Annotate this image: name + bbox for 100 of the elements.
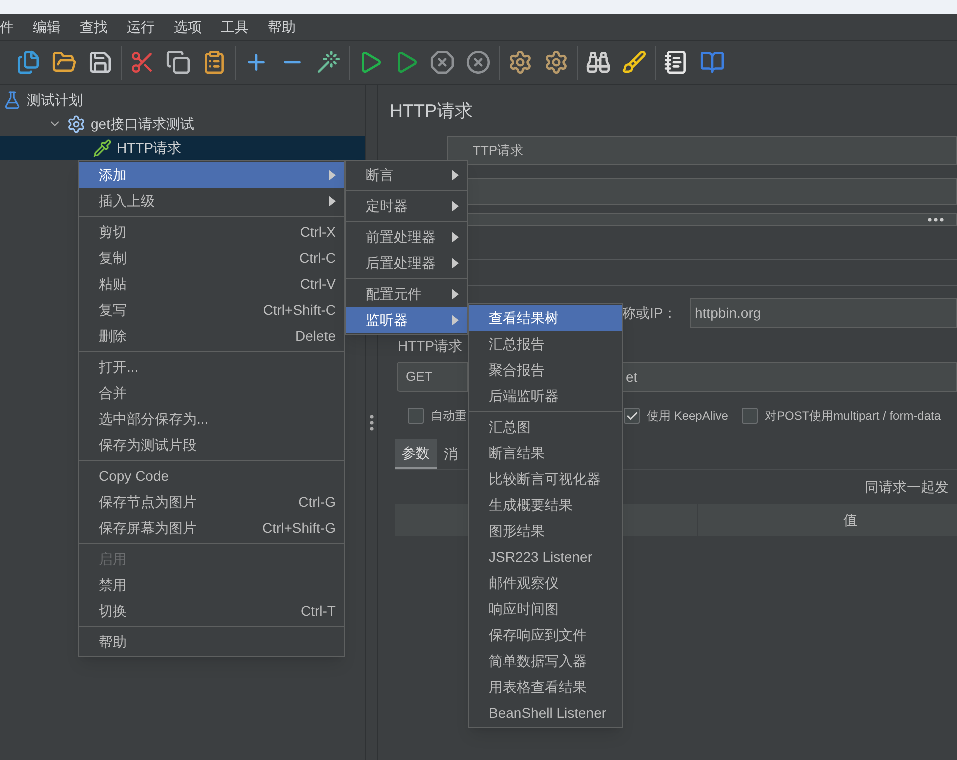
gear-icon[interactable] xyxy=(544,50,569,75)
menu-item[interactable]: 断言结果 xyxy=(469,440,622,466)
menu-bar-item[interactable]: 工具 xyxy=(221,16,249,38)
menu-item[interactable]: 复制 Ctrl-C xyxy=(79,245,344,271)
server-field[interactable]: httpbin.org xyxy=(690,298,957,328)
menu-item[interactable]: 粘贴 Ctrl-V xyxy=(79,271,344,297)
submenu-arrow-icon xyxy=(329,170,336,180)
files-icon[interactable] xyxy=(16,50,41,75)
menu-item[interactable]: 保存屏幕为图片 Ctrl+Shift-G xyxy=(79,515,344,541)
paste-icon[interactable] xyxy=(202,50,227,75)
menu-item[interactable]: 配置元件 xyxy=(346,281,467,307)
menu-item[interactable]: 断言 xyxy=(346,162,467,188)
menu-item[interactable]: BeanShell Listener xyxy=(469,700,622,726)
menu-item[interactable]: 查看结果树 xyxy=(469,305,622,331)
checkbox-label: 自动重 xyxy=(431,408,467,425)
tree-row[interactable]: 测试计划 xyxy=(0,88,365,112)
stop-icon[interactable] xyxy=(430,50,455,75)
pipette-icon xyxy=(93,138,112,158)
menu-item[interactable]: 剪切 Ctrl-X xyxy=(79,219,344,245)
menu-item[interactable]: Copy Code xyxy=(79,463,344,489)
submenu-arrow-icon xyxy=(452,170,459,180)
method-dropdown[interactable]: GET xyxy=(397,362,468,392)
menu-item[interactable]: 图形结果 xyxy=(469,518,622,544)
server-label: 称或IP： xyxy=(622,304,678,322)
checkbox[interactable] xyxy=(624,408,640,424)
checkbox[interactable] xyxy=(408,408,424,424)
menu-item[interactable]: 简单数据写入器 xyxy=(469,648,622,674)
menu-item[interactable]: 生成概要结果 xyxy=(469,492,622,518)
menu-item[interactable]: 响应时间图 xyxy=(469,596,622,622)
menu-item[interactable]: 监听器 xyxy=(346,307,467,333)
book-icon[interactable] xyxy=(700,50,725,75)
notebook-icon[interactable] xyxy=(664,50,689,75)
menu-item[interactable]: 汇总报告 xyxy=(469,331,622,357)
menu-bar-item[interactable]: 选项 xyxy=(174,16,202,38)
submenu-arrow-icon xyxy=(452,232,459,242)
menu-item[interactable]: 打开... xyxy=(79,354,344,380)
menu-item[interactable]: 比较断言可视化器 xyxy=(469,466,622,492)
tree-row[interactable]: HTTP请求 xyxy=(0,136,365,160)
check-icon xyxy=(626,410,638,422)
menu-bar-item[interactable]: 查找 xyxy=(80,16,108,38)
path-field[interactable]: et xyxy=(622,362,957,392)
binoculars-icon[interactable] xyxy=(586,50,611,75)
close-circle-icon[interactable] xyxy=(466,50,491,75)
tab[interactable]: 消 xyxy=(437,439,465,469)
menu-item[interactable]: 后置处理器 xyxy=(346,250,467,276)
group-label: HTTP请求 xyxy=(398,337,463,356)
checkbox-label: 对POST使用multipart / form-data xyxy=(765,408,942,425)
name-field[interactable]: TTP请求 xyxy=(447,136,957,165)
copy-icon[interactable] xyxy=(166,50,191,75)
submenu-arrow-icon xyxy=(452,314,459,326)
menu-item[interactable]: 邮件观察仪 xyxy=(469,570,622,596)
menu-bar-item[interactable]: 编辑 xyxy=(33,16,61,38)
menu-item[interactable]: 复写 Ctrl+Shift-C xyxy=(79,297,344,323)
brush-icon[interactable] xyxy=(622,50,647,75)
menu-item[interactable]: 前置处理器 xyxy=(346,224,467,250)
more-icon[interactable] xyxy=(928,218,944,222)
menu-item[interactable]: 插入上级 xyxy=(79,188,344,214)
shortcut-text: Ctrl-V xyxy=(300,274,336,294)
menu-item[interactable]: 删除 Delete xyxy=(79,323,344,349)
menu-bar-item[interactable]: 帮助 xyxy=(268,16,296,38)
shortcut-text: Ctrl-G xyxy=(298,492,336,512)
split-handle-icon[interactable] xyxy=(370,414,374,430)
tab[interactable]: 参数 xyxy=(395,439,437,469)
cut-icon[interactable] xyxy=(130,50,155,75)
submenu-arrow-icon xyxy=(452,288,459,300)
wand-icon[interactable] xyxy=(316,50,341,75)
tree-row[interactable]: get接口请求测试 xyxy=(0,112,365,136)
menu-item[interactable]: 汇总图 xyxy=(469,414,622,440)
menu-item[interactable]: 保存节点为图片 Ctrl-G xyxy=(79,489,344,515)
menu-item[interactable]: 添加 xyxy=(79,162,344,188)
menu-item[interactable]: 用表格查看结果 xyxy=(469,674,622,700)
table-header: 值 xyxy=(698,504,957,536)
open-folder-icon[interactable] xyxy=(52,50,77,75)
submenu-arrow-icon xyxy=(452,258,459,268)
shortcut-text: Ctrl-C xyxy=(299,248,336,268)
checkbox[interactable] xyxy=(742,408,758,424)
shortcut-text: Ctrl+Shift-G xyxy=(262,518,336,538)
menu-item[interactable]: 禁用 xyxy=(79,572,344,598)
submenu-arrow-icon xyxy=(329,196,336,206)
shortcut-text: Ctrl+Shift-C xyxy=(263,300,336,320)
menu-item[interactable]: 定时器 xyxy=(346,193,467,219)
submenu-arrow-icon xyxy=(452,200,459,212)
menu-item[interactable]: 切换 Ctrl-T xyxy=(79,598,344,624)
menu-item[interactable]: 后端监听器 xyxy=(469,383,622,409)
menu-item[interactable]: 合并 xyxy=(79,380,344,406)
menu-item[interactable]: 保存响应到文件 xyxy=(469,622,622,648)
gear-icon xyxy=(67,114,86,134)
menu-item[interactable]: 聚合报告 xyxy=(469,357,622,383)
send-label: 同请求一起发 xyxy=(865,478,949,497)
menu-item[interactable]: 保存为测试片段 xyxy=(79,432,344,458)
shortcut-text: Ctrl-T xyxy=(301,602,336,620)
gear-icon[interactable] xyxy=(508,50,533,75)
menu-item[interactable]: JSR223 Listener xyxy=(469,544,622,570)
shortcut-text: Delete xyxy=(296,326,336,346)
menu-bar-item[interactable]: 运行 xyxy=(127,16,155,38)
checkbox-label: 使用 KeepAlive xyxy=(647,408,728,425)
menu-item[interactable]: 帮助 xyxy=(79,629,344,655)
save-icon[interactable] xyxy=(88,50,113,75)
menu-bar-item[interactable]: 件 xyxy=(0,16,14,38)
menu-item[interactable]: 选中部分保存为... xyxy=(79,406,344,432)
